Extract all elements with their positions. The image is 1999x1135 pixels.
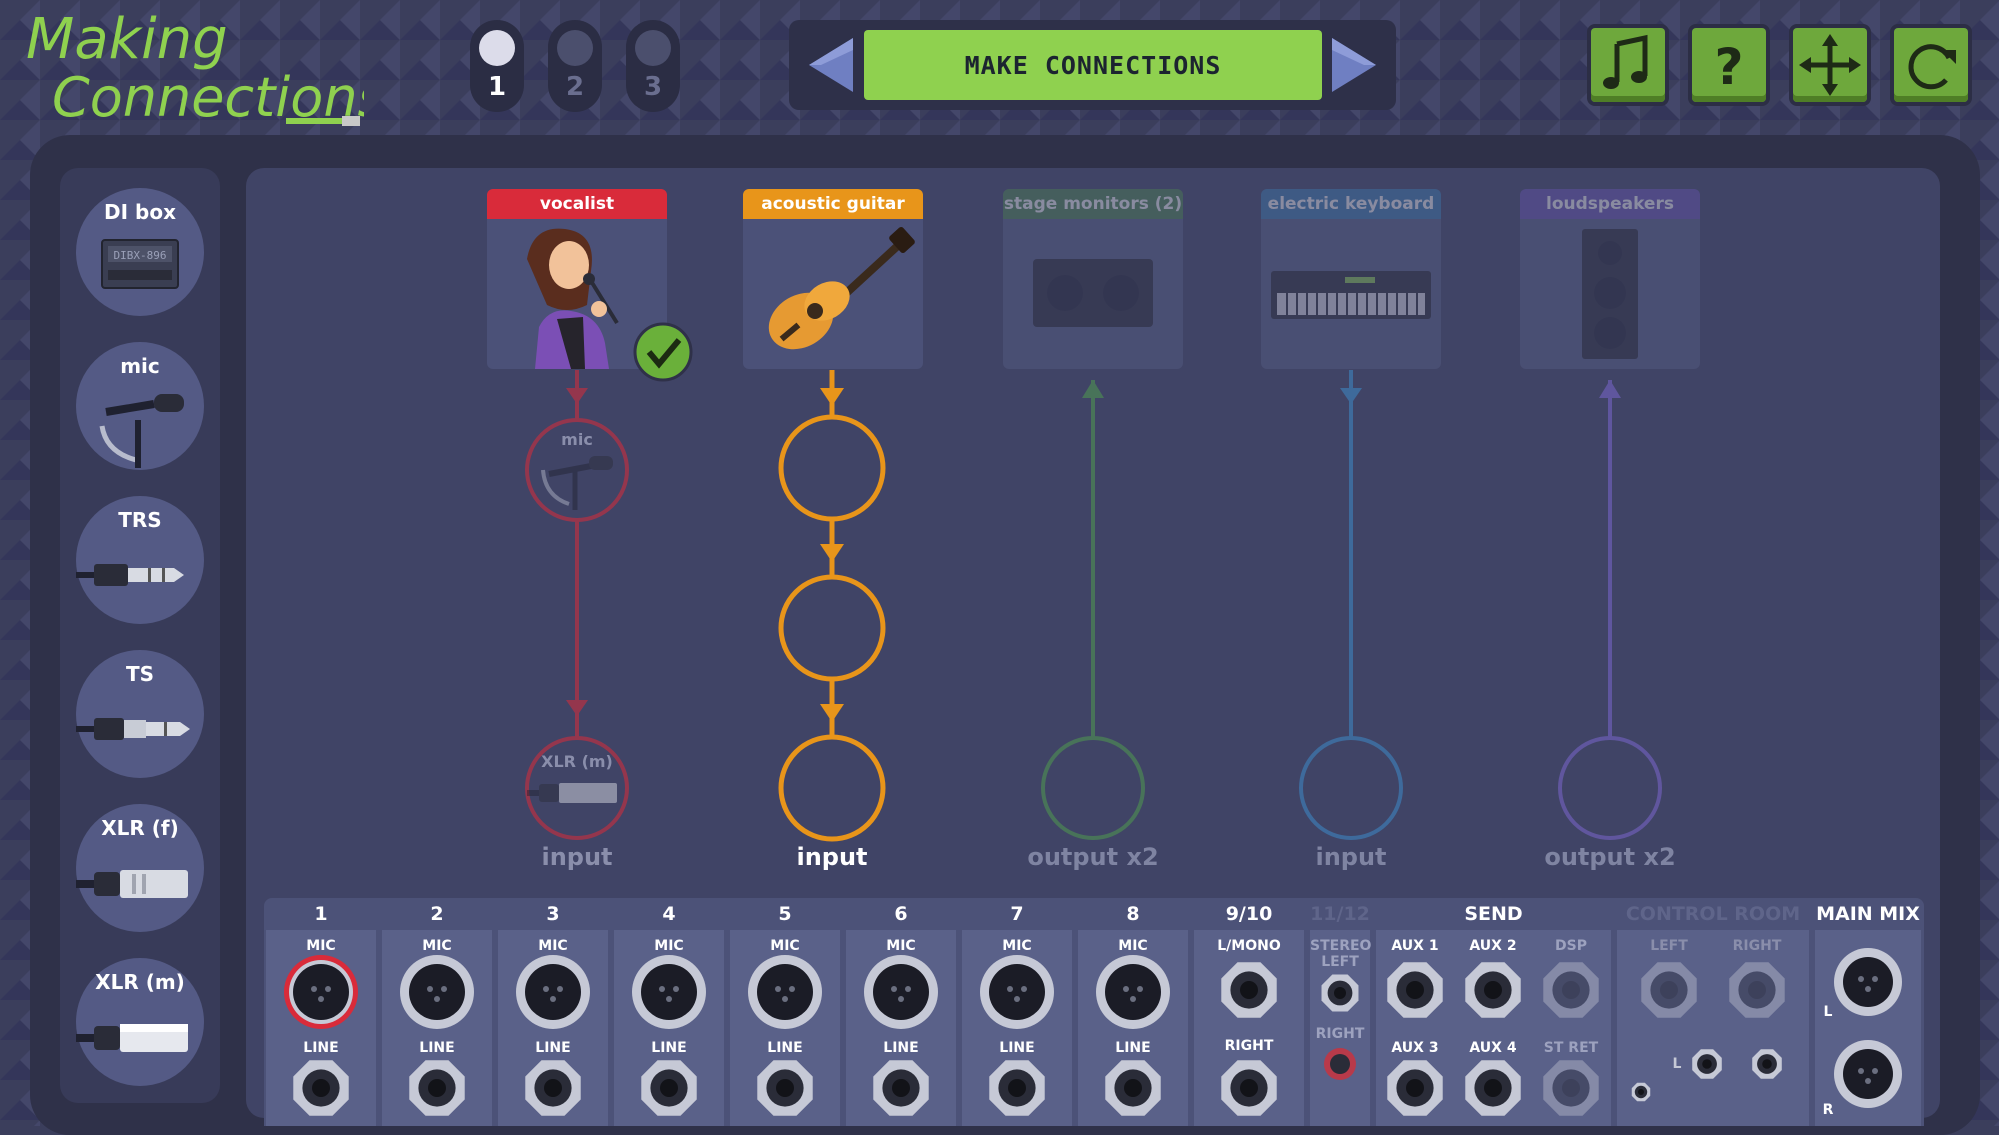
main-mix-title: MAIN MIX <box>1816 903 1920 925</box>
mic-input-jack-6[interactable] <box>859 950 943 1034</box>
channel-number: 7 <box>1010 903 1024 925</box>
card-title: electric keyboard <box>1261 189 1441 219</box>
channel-number: 8 <box>1126 903 1140 925</box>
slot-guitar-3[interactable] <box>778 734 886 842</box>
main-mix-right-jack[interactable] <box>1829 1035 1907 1113</box>
jack-label: L <box>1672 1056 1682 1072</box>
line-label: LINE <box>1115 1040 1151 1056</box>
channel-number: 11/12 <box>1310 903 1370 925</box>
line-input-jack-4[interactable] <box>636 1055 702 1121</box>
card-title: stage monitors (2) <box>1003 189 1183 219</box>
channel-number: 2 <box>430 903 444 925</box>
control-room-left-jack[interactable] <box>1636 957 1702 1023</box>
channel-number: 1 <box>314 903 328 925</box>
jack-label: LEFT <box>1650 938 1688 954</box>
source-card-loudspeakers: loudspeakers (L+R) <box>1520 189 1700 369</box>
jack-label: STEREO LEFT <box>1310 938 1372 970</box>
loudspeaker-icon <box>1582 229 1638 359</box>
io-label-acoustic-guitar: input <box>796 843 868 871</box>
checkmark-icon <box>633 322 693 382</box>
mic-input-jack-5[interactable] <box>743 950 827 1034</box>
right-jack[interactable] <box>1216 1055 1282 1121</box>
line-label: LINE <box>419 1040 455 1056</box>
aux-1-jack[interactable] <box>1382 957 1448 1023</box>
line-input-jack-6[interactable] <box>868 1055 934 1121</box>
stereo-right-jack[interactable] <box>1320 1044 1360 1084</box>
jack-label: DSP <box>1555 938 1587 954</box>
aux-3-jack[interactable] <box>1382 1055 1448 1121</box>
jack-label: RIGHT <box>1224 1038 1274 1054</box>
line-input-jack-5[interactable] <box>752 1055 818 1121</box>
io-label-electric-keyboard: input <box>1315 843 1387 871</box>
acoustic-guitar-illustration <box>768 227 915 350</box>
channel-number: 3 <box>546 903 560 925</box>
keyboard-icon <box>1271 271 1431 319</box>
slot-label: XLR (m) <box>541 752 613 771</box>
mic-input-jack-8[interactable] <box>1091 950 1175 1034</box>
line-input-jack-3[interactable] <box>520 1055 586 1121</box>
stage-monitor-icon <box>1033 259 1153 327</box>
jack-label: RIGHT <box>1315 1026 1365 1042</box>
line-label: LINE <box>883 1040 919 1056</box>
control-room-r-small-jack[interactable] <box>1748 1045 1786 1083</box>
send-title: SEND <box>1464 903 1523 925</box>
line-label: LINE <box>999 1040 1035 1056</box>
slot-guitar-1[interactable] <box>778 414 886 522</box>
channel-number: 6 <box>894 903 908 925</box>
mic-input-jack-7[interactable] <box>975 950 1059 1034</box>
headphone-knob[interactable] <box>1628 1079 1654 1105</box>
io-label-stage-monitors: output x2 <box>1027 843 1159 871</box>
channel-number: 5 <box>778 903 792 925</box>
jack-label: RIGHT <box>1732 938 1782 954</box>
line-input-jack-7[interactable] <box>984 1055 1050 1121</box>
mic-input-jack-4[interactable] <box>627 950 711 1034</box>
jack-label: ST RET <box>1543 1040 1599 1056</box>
l-mono-jack[interactable] <box>1216 957 1282 1023</box>
line-label: LINE <box>535 1040 571 1056</box>
card-title: acoustic guitar <box>743 189 923 219</box>
channel-number: 9/10 <box>1225 903 1273 925</box>
microphone-icon <box>541 456 613 510</box>
control-room-l-small-jack[interactable] <box>1688 1045 1726 1083</box>
source-card-electric-keyboard: electric keyboard <box>1261 189 1441 369</box>
mic-input-jack-2[interactable] <box>395 950 479 1034</box>
jack-label: R <box>1822 1102 1834 1118</box>
jack-label: AUX 2 <box>1469 938 1517 954</box>
line-label: LINE <box>767 1040 803 1056</box>
aux-2-jack[interactable] <box>1460 957 1526 1023</box>
line-input-jack-2[interactable] <box>404 1055 470 1121</box>
jack-label: L <box>1823 1004 1833 1020</box>
source-card-acoustic-guitar[interactable]: acoustic guitar <box>743 189 923 369</box>
control-room-right-jack[interactable] <box>1724 957 1790 1023</box>
dsp-jack[interactable] <box>1538 957 1604 1023</box>
io-label-loudspeakers: output x2 <box>1544 843 1676 871</box>
stereo-left-jack[interactable] <box>1317 970 1363 1016</box>
jack-label: AUX 1 <box>1391 938 1439 954</box>
jack-label: AUX 3 <box>1391 1040 1439 1056</box>
mic-input-jack-1[interactable] <box>279 950 363 1034</box>
io-label-vocalist: input <box>541 843 613 871</box>
line-label: LINE <box>651 1040 687 1056</box>
card-title: vocalist <box>487 189 667 219</box>
slot-guitar-2[interactable] <box>778 574 886 682</box>
jack-label: AUX 4 <box>1469 1040 1517 1056</box>
aux-4-jack[interactable] <box>1460 1055 1526 1121</box>
main-mix-left-jack[interactable] <box>1829 943 1907 1021</box>
channel-number: 4 <box>662 903 676 925</box>
line-label: LINE <box>303 1040 339 1056</box>
control-room-title: CONTROL ROOM <box>1625 903 1801 925</box>
card-title: loudspeakers (L+R) <box>1520 189 1700 244</box>
slot-label: mic <box>561 430 593 449</box>
jack-label: L/MONO <box>1217 938 1281 954</box>
line-input-jack-8[interactable] <box>1100 1055 1166 1121</box>
line-input-jack-1[interactable] <box>288 1055 354 1121</box>
xlr-male-icon <box>527 783 617 803</box>
source-card-stage-monitors: stage monitors (2) <box>1003 189 1183 369</box>
mic-input-jack-3[interactable] <box>511 950 595 1034</box>
st-ret-jack[interactable] <box>1538 1055 1604 1121</box>
